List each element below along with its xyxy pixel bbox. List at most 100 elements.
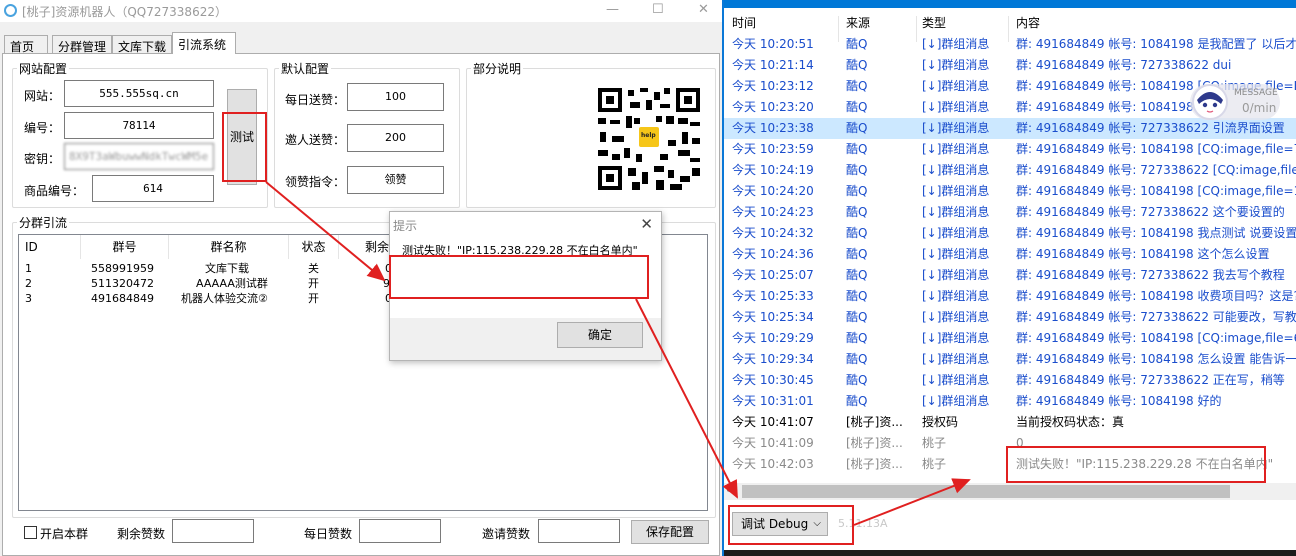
col-status[interactable]: 状态 [289,235,339,259]
maximize-button[interactable]: ☐ [652,2,664,17]
dialog-title: 提示 [393,219,418,233]
daily-likes-bottom-input[interactable] [359,519,441,543]
log-source: 酷Q [846,310,868,324]
log-time: 今天 10:20:51 [732,37,814,51]
tab-group-management[interactable]: 分群管理 [52,35,112,54]
col-id[interactable]: ID [19,235,81,259]
row-id: 2 [25,277,32,290]
dialog-ok-button[interactable]: 确定 [557,322,643,348]
col-group-no[interactable]: 群号 [81,235,169,259]
log-source: 酷Q [846,205,868,219]
log-source: 酷Q [846,163,868,177]
log-time: 今天 10:29:29 [732,331,814,345]
log-content: 群: 491684849 帐号: 727338622 引流界面设置 [1016,121,1285,135]
log-source: 酷Q [846,373,868,387]
enable-group-checkbox[interactable] [24,526,37,539]
log-source: 酷Q [846,79,868,93]
log-row[interactable]: 今天 10:30:45 酷Q [↓]群组消息 群: 491684849 帐号: 727… [724,370,1296,391]
log-time: 今天 10:42:03 [732,457,814,471]
log-row[interactable]: 今天 10:24:20 酷Q [↓]群组消息 群: 491684849 帐号: 108… [724,181,1296,202]
log-row[interactable]: 今天 10:41:07 [桃子]资... 授权码 当前授权码状态：真 [724,412,1296,433]
log-horizontal-scrollbar[interactable]: < [724,483,1296,500]
tab-library-download[interactable]: 文库下载 [112,35,172,54]
log-content: 群: 491684849 帐号: 727338622 [CQ:image,fil… [1016,163,1296,177]
log-type: [↓]群组消息 [922,226,990,240]
log-type: [↓]群组消息 [922,394,990,408]
log-row[interactable]: 今天 10:29:29 酷Q [↓]群组消息 群: 491684849 帐号: 108… [724,328,1296,349]
log-time: 今天 10:30:45 [732,373,814,387]
tab-home[interactable]: 首页 [4,35,48,54]
daily-likes-input[interactable]: 100 [347,83,444,111]
log-col-time[interactable]: 时间 [732,14,756,31]
log-content: 群: 491684849 帐号: 1084198 我点测试 说要设置 [1016,226,1296,240]
log-type: 授权码 [922,415,959,429]
row-status: 开 [308,292,319,305]
log-content: 群: 491684849 帐号: 1084198 [CQ:image,file=… [1016,184,1296,198]
log-type: 桃子 [922,457,947,471]
log-col-type[interactable]: 类型 [922,14,946,31]
log-source: 酷Q [846,247,868,261]
row-group-no: 511320472 [91,277,154,290]
log-row[interactable]: 今天 10:25:34 酷Q [↓]群组消息 群: 491684849 帐号: 727… [724,307,1296,328]
scrollbar-thumb[interactable] [742,485,1230,498]
scroll-left-icon[interactable]: < [726,484,735,497]
row-status: 开 [308,277,319,290]
log-row[interactable]: 今天 10:25:33 酷Q [↓]群组消息 群: 491684849 帐号: 108… [724,286,1296,307]
log-type: [↓]群组消息 [922,184,990,198]
log-type: [↓]群组消息 [922,373,990,387]
log-row[interactable]: 今天 10:24:19 酷Q [↓]群组消息 群: 491684849 帐号: 727… [724,160,1296,181]
claim-command-label: 领赞指令： [285,175,346,189]
qr-code-image [598,88,700,190]
log-type: [↓]群组消息 [922,79,990,93]
dialog-close-icon[interactable]: ✕ [640,215,653,233]
invite-likes-input[interactable]: 200 [347,124,444,152]
invite-likes-label: 邀人送赞： [285,133,346,147]
log-row[interactable]: 今天 10:23:59 酷Q [↓]群组消息 群: 491684849 帐号: 108… [724,139,1296,160]
log-time: 今天 10:23:12 [732,79,814,93]
annotation-box-debug-select [728,505,854,545]
claim-command-input[interactable]: 领赞 [347,166,444,194]
title-bar: [桃子]资源机器人（QQ727338622） — ☐ ✕ [0,0,722,22]
site-input[interactable]: 555.555sq.cn [64,80,214,107]
log-source: 酷Q [846,58,868,72]
log-row[interactable]: 今天 10:20:51 酷Q [↓]群组消息 群: 491684849 帐号: 108… [724,34,1296,55]
log-col-content[interactable]: 内容 [1016,14,1040,31]
site-label: 网站： [24,89,61,103]
log-source: 酷Q [846,226,868,240]
log-col-source[interactable]: 来源 [846,14,870,31]
save-config-button[interactable]: 保存配置 [631,520,709,544]
log-content: 群: 491684849 帐号: 727338622 可能要改，写教程 [1016,310,1296,324]
minimize-button[interactable]: — [606,2,619,17]
footer-strip [724,550,1296,556]
remain-likes-input[interactable] [172,519,254,543]
log-row[interactable]: 今天 10:24:36 酷Q [↓]群组消息 群: 491684849 帐号: 108… [724,244,1296,265]
log-source: 酷Q [846,100,868,114]
tab-traffic-system[interactable]: 引流系统 [172,32,236,54]
log-source: 酷Q [846,331,868,345]
log-row[interactable]: 今天 10:24:23 酷Q [↓]群组消息 群: 491684849 帐号: 727… [724,202,1296,223]
log-time: 今天 10:24:23 [732,205,814,219]
product-input[interactable]: 614 [92,175,214,202]
log-time: 今天 10:29:34 [732,352,814,366]
default-config-legend: 默认配置 [281,62,330,76]
log-time: 今天 10:23:38 [732,121,814,135]
log-type: [↓]群组消息 [922,331,990,345]
log-type: [↓]群组消息 [922,289,990,303]
log-row[interactable]: 今天 10:24:32 酷Q [↓]群组消息 群: 491684849 帐号: 108… [724,223,1296,244]
log-row[interactable]: 今天 10:23:38 酷Q [↓]群组消息 群: 491684849 帐号: 727… [724,118,1296,139]
log-time: 今天 10:24:19 [732,163,814,177]
log-type: [↓]群组消息 [922,100,990,114]
col-group-name[interactable]: 群名称 [169,235,289,259]
message-widget[interactable]: MESSAGE 0/min [1190,84,1280,120]
log-time: 今天 10:24:36 [732,247,814,261]
log-row[interactable]: 今天 10:29:34 酷Q [↓]群组消息 群: 491684849 帐号: 108… [724,349,1296,370]
log-row[interactable]: 今天 10:31:01 酷Q [↓]群组消息 群: 491684849 帐号: 108… [724,391,1296,412]
key-input[interactable]: 8X9T3aWbuwwNdkTwcWM5e [64,143,214,170]
log-row[interactable]: 今天 10:21:14 酷Q [↓]群组消息 群: 491684849 帐号: 727… [724,55,1296,76]
log-type: [↓]群组消息 [922,142,990,156]
invite-likes-bottom-input[interactable] [538,519,620,543]
log-type: [↓]群组消息 [922,121,990,135]
id-input[interactable]: 78114 [64,112,214,139]
close-button[interactable]: ✕ [698,2,709,17]
log-row[interactable]: 今天 10:25:07 酷Q [↓]群组消息 群: 491684849 帐号: 727… [724,265,1296,286]
